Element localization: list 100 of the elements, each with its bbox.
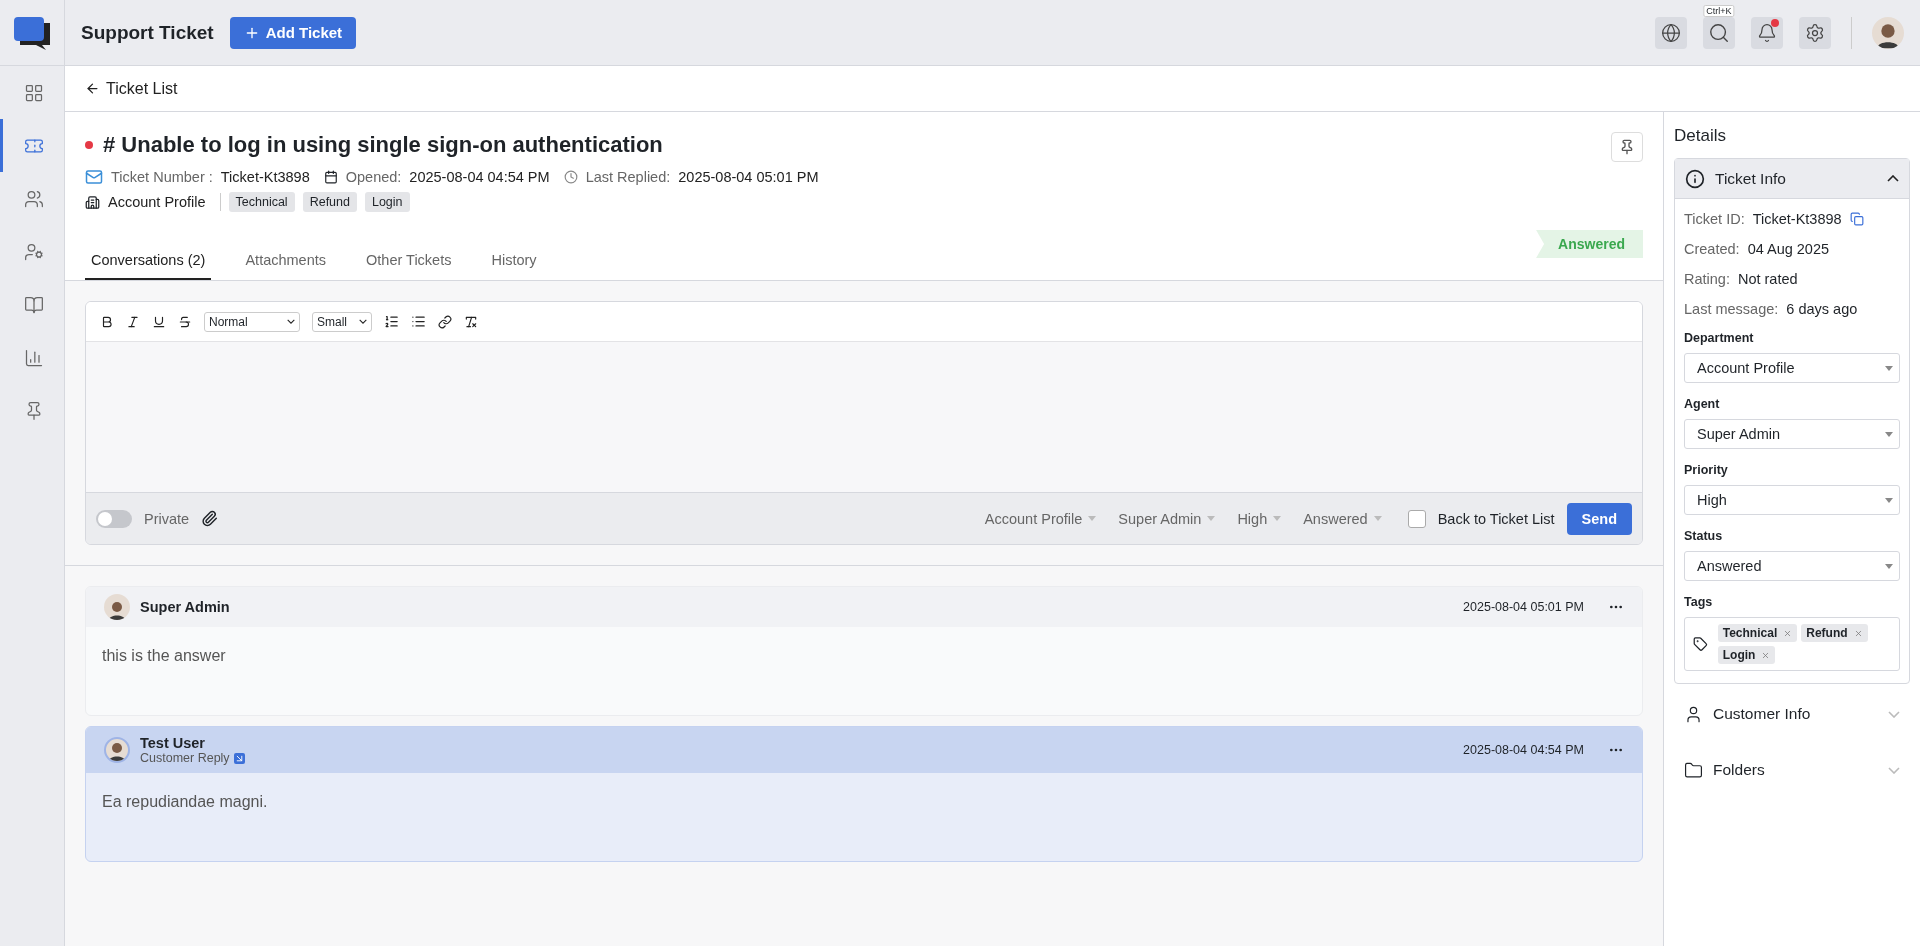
pin-button[interactable] xyxy=(1611,132,1643,162)
section-title: Customer Info xyxy=(1713,705,1811,723)
tag-chip: Refund xyxy=(302,192,357,212)
message-time: 2025-08-04 04:54 PM xyxy=(1463,743,1584,757)
select-label: Agent xyxy=(1684,397,1721,411)
toggle-label: Private xyxy=(144,510,190,527)
notifications-button[interactable] xyxy=(1751,16,1783,49)
section-header[interactable]: Customer Info xyxy=(1674,688,1910,740)
search-button[interactable] xyxy=(1703,16,1735,49)
field-label: Rating: xyxy=(1684,271,1730,287)
select-label: Priority xyxy=(1684,463,1729,477)
select-label: Tags xyxy=(1684,595,1714,609)
underline-icon[interactable] xyxy=(152,314,166,329)
message-time: 2025-08-04 05:01 PM xyxy=(1463,600,1584,614)
select-label: Department xyxy=(1684,331,1755,345)
message-text: this is the answer xyxy=(101,646,227,666)
attach-icon[interactable] xyxy=(201,510,219,527)
info-icon xyxy=(1685,168,1705,189)
globe-icon xyxy=(1661,22,1681,43)
chevron-icon xyxy=(287,319,295,324)
field-label: Last message: xyxy=(1684,301,1779,317)
checkbox-label: Back to Ticket List xyxy=(1437,510,1555,527)
caret-icon xyxy=(1373,516,1382,521)
chat-logo-icon xyxy=(12,14,52,51)
section-title: Ticket Info xyxy=(1715,169,1786,188)
calendar-icon xyxy=(323,170,338,184)
building-icon xyxy=(85,194,100,210)
add-ticket-button[interactable]: Add Ticket xyxy=(229,16,357,49)
language-button[interactable] xyxy=(1655,16,1687,49)
footer-select[interactable]: Answered xyxy=(1303,510,1382,527)
pin-icon xyxy=(1619,139,1635,155)
meta-label: Opened: xyxy=(345,169,402,185)
message-author: Super Admin xyxy=(140,599,230,615)
clock-icon xyxy=(563,170,578,184)
search-icon xyxy=(1708,21,1730,44)
bold-icon[interactable] xyxy=(100,314,114,329)
caret-icon xyxy=(1885,563,1893,569)
tab[interactable]: Attachments xyxy=(239,242,333,280)
footer-select[interactable]: High xyxy=(1237,510,1282,527)
chevron-icon xyxy=(359,319,367,324)
message-author: Test User xyxy=(140,735,206,751)
numbered-list-icon[interactable] xyxy=(384,314,399,329)
tab[interactable]: History xyxy=(485,242,543,280)
caret-icon xyxy=(1273,516,1282,521)
copy-icon[interactable] xyxy=(1849,212,1864,226)
user-icon xyxy=(1684,704,1703,724)
ticket-number: Ticket-Kt3898 xyxy=(220,169,310,185)
message-text: Ea repudiandae magni. xyxy=(101,792,269,812)
meta-label: Last Replied: xyxy=(585,169,671,185)
book-icon xyxy=(23,294,44,315)
footer-select[interactable]: Account Profile xyxy=(984,510,1097,527)
field-label: Ticket ID: xyxy=(1684,211,1745,227)
back-link[interactable]: Ticket List xyxy=(85,79,178,98)
user-avatar[interactable] xyxy=(1872,16,1904,49)
field-label: Created: xyxy=(1684,241,1740,257)
reply-icon xyxy=(233,752,245,764)
caret-icon xyxy=(1207,516,1216,521)
bullet-list-icon[interactable] xyxy=(411,314,426,329)
field-value: Ticket-Kt3898 xyxy=(1752,211,1842,227)
bar-chart-icon xyxy=(23,347,44,368)
field-value: 04 Aug 2025 xyxy=(1747,241,1830,257)
tag-icon xyxy=(1693,635,1708,653)
status-dot xyxy=(85,141,93,149)
tag-chip: Login xyxy=(364,192,410,212)
select-field[interactable]: Account Profile xyxy=(1684,353,1900,383)
send-button[interactable]: Send xyxy=(1566,502,1632,535)
avatar xyxy=(104,594,130,620)
clear-format-icon[interactable] xyxy=(464,314,478,329)
footer-select[interactable]: Super Admin xyxy=(1118,510,1216,527)
checkbox[interactable] xyxy=(1407,509,1426,528)
size-select[interactable]: Small xyxy=(312,311,372,332)
tag-chip: Technical xyxy=(1717,624,1798,642)
link-icon[interactable] xyxy=(438,314,452,329)
tab[interactable]: Other Tickets xyxy=(360,242,458,280)
tag-chip: Login xyxy=(1717,646,1776,664)
caret-icon xyxy=(1885,497,1893,503)
select-field[interactable]: High xyxy=(1684,485,1900,515)
strikethrough-icon[interactable] xyxy=(178,314,192,329)
avatar xyxy=(104,737,130,763)
caret-icon xyxy=(1088,516,1097,521)
app-title: Support Ticket xyxy=(81,21,214,44)
private-toggle[interactable] xyxy=(96,509,132,528)
section-header[interactable]: Folders xyxy=(1674,744,1910,796)
select-field[interactable]: Answered xyxy=(1684,551,1900,581)
italic-icon[interactable] xyxy=(126,314,140,329)
select-field[interactable]: Super Admin xyxy=(1684,419,1900,449)
section-title: Folders xyxy=(1713,761,1765,779)
mail-icon xyxy=(85,168,103,186)
settings-icon xyxy=(1805,22,1825,43)
caret-icon xyxy=(1885,431,1893,437)
tag-chip: Technical xyxy=(228,192,295,212)
ticket-info-header[interactable]: Ticket Info xyxy=(1675,159,1909,199)
users-icon xyxy=(23,188,44,209)
format-select[interactable]: Normal xyxy=(204,311,300,332)
settings-button[interactable] xyxy=(1799,16,1831,49)
shortcut-hint: Ctrl+K xyxy=(1703,4,1735,17)
replied-date: 2025-08-04 05:01 PM xyxy=(678,169,819,185)
field-value: Not rated xyxy=(1737,271,1798,287)
field-value: 6 days ago xyxy=(1786,301,1858,317)
details-title: Details xyxy=(1674,126,1727,146)
